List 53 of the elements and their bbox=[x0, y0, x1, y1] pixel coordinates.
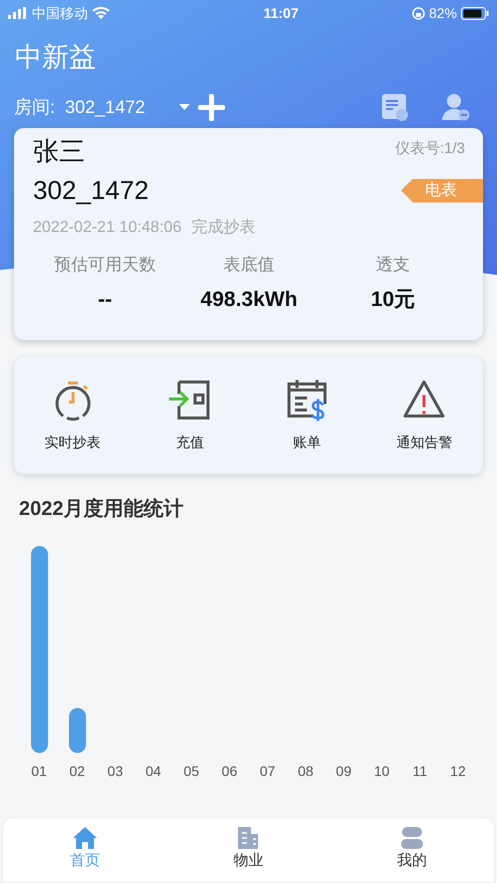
user-minus-icon bbox=[441, 93, 471, 121]
month-label: 07 bbox=[258, 762, 276, 781]
chart-title: 2022月度用能统计 bbox=[19, 496, 184, 522]
reading-status: 完成抄表 bbox=[192, 218, 256, 238]
meter-type-tag: 电表 bbox=[401, 178, 483, 202]
home-icon bbox=[72, 826, 98, 850]
month-label: 08 bbox=[296, 762, 314, 781]
stat-value: 498.3kWh bbox=[200, 286, 298, 312]
battery-percent: 82% bbox=[428, 4, 457, 22]
action-button[interactable]: 实时抄表 bbox=[14, 378, 132, 453]
tab-item[interactable]: 物业 bbox=[166, 826, 330, 872]
month-label: 11 bbox=[412, 762, 428, 781]
usage-bar bbox=[68, 708, 86, 753]
add-button[interactable] bbox=[198, 94, 226, 120]
wifi-icon bbox=[92, 6, 110, 20]
room-number: 302_1472 bbox=[33, 174, 149, 207]
meter-number: 仪表号:1/3 bbox=[394, 139, 465, 159]
action-button[interactable]: 通知告警 bbox=[366, 378, 483, 453]
bill-icon bbox=[285, 378, 330, 422]
room-label: 房间: bbox=[14, 96, 56, 118]
month-label: 04 bbox=[144, 762, 162, 781]
reading-time: 2022-02-21 10:48:06 bbox=[33, 218, 182, 238]
signal-icon bbox=[8, 7, 28, 19]
status-time: 11:07 bbox=[263, 4, 298, 22]
month-label: 10 bbox=[372, 762, 391, 781]
app-title: 中新益 bbox=[15, 40, 96, 74]
month-label: 02 bbox=[68, 762, 86, 781]
caret-icon bbox=[179, 104, 190, 110]
wallet-arrow-icon bbox=[168, 378, 212, 422]
stat-label: 透支 bbox=[376, 254, 410, 276]
rotation-lock-icon bbox=[412, 6, 425, 20]
tab-item[interactable]: 我的 bbox=[330, 826, 494, 872]
month-label: 05 bbox=[182, 762, 200, 781]
action-button[interactable]: 充值 bbox=[131, 378, 248, 453]
tenant-name: 张三 bbox=[33, 135, 85, 168]
add-icon bbox=[198, 94, 226, 120]
carrier-name: 中国移动 bbox=[32, 4, 88, 22]
document-icon bbox=[381, 93, 409, 121]
user-remove-button[interactable] bbox=[441, 93, 471, 121]
month-label: 01 bbox=[30, 762, 48, 781]
stat-label: 表底值 bbox=[224, 254, 274, 276]
month-label: 06 bbox=[220, 762, 238, 781]
user-icon bbox=[400, 826, 424, 850]
stat-label: 预估可用天数 bbox=[54, 254, 156, 276]
month-label: 12 bbox=[449, 762, 467, 781]
battery-icon bbox=[460, 6, 489, 20]
stat-value: 10元 bbox=[370, 286, 416, 312]
action-button[interactable]: 账单 bbox=[248, 378, 366, 453]
month-label: 03 bbox=[106, 762, 124, 781]
meter-bill-button[interactable] bbox=[381, 93, 409, 121]
month-label: 09 bbox=[334, 762, 352, 781]
building-icon bbox=[236, 826, 260, 850]
stat-value: -- bbox=[98, 286, 112, 312]
